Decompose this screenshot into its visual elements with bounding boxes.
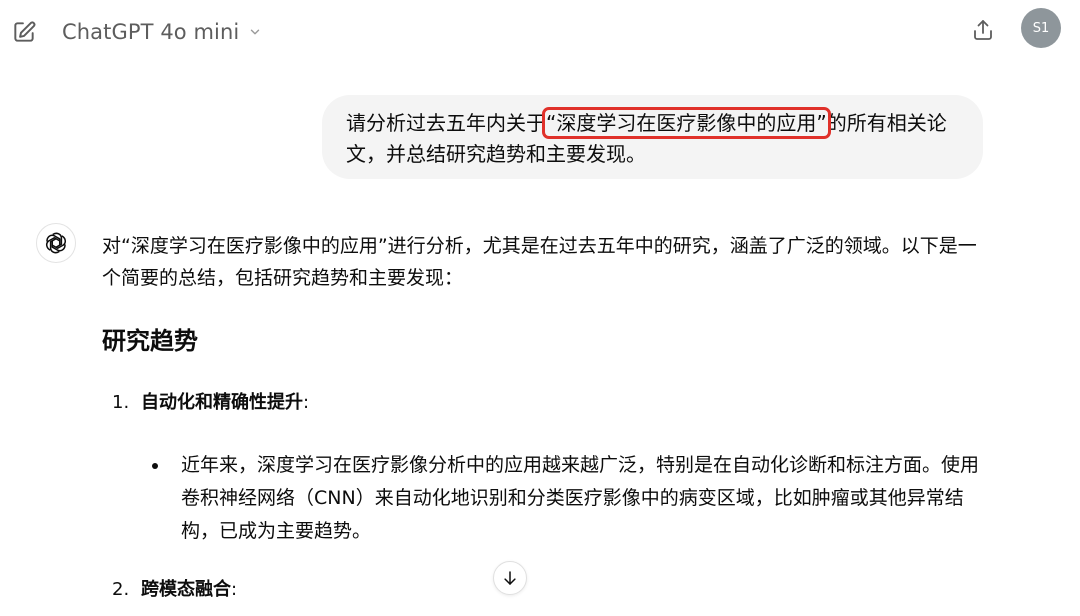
chat-page: ChatGPT 4o mini S1 请分析过去五年内关于“深度学习在医疗影像中… bbox=[0, 0, 1080, 616]
share-icon bbox=[974, 20, 992, 40]
bullet-text: 近年来，深度学习在医疗影像分析中的应用越来越广泛，特别是在自动化诊断和标注方面。… bbox=[181, 454, 980, 542]
user-message-prefix: 请分析过去五年内关于 bbox=[346, 111, 546, 135]
assistant-intro-text: 对“深度学习在医疗影像中的应用”进行分析，尤其是在过去五年中的研究，涵盖了广泛的… bbox=[102, 235, 977, 289]
share-button[interactable] bbox=[967, 14, 999, 46]
model-selector[interactable]: ChatGPT 4o mini bbox=[62, 14, 262, 50]
list-colon: : bbox=[303, 392, 310, 413]
user-message-highlight: “深度学习在医疗影像中的应用” bbox=[542, 107, 831, 139]
edit-icon bbox=[14, 21, 36, 42]
arrow-down-icon bbox=[504, 571, 516, 585]
assistant-avatar bbox=[36, 223, 76, 263]
list-item-2: 2. 跨模态融合: bbox=[112, 575, 237, 605]
model-name: ChatGPT 4o mini bbox=[62, 20, 240, 44]
chevron-down-icon bbox=[248, 25, 262, 39]
list-number: 1. bbox=[112, 392, 130, 413]
bullet-item: 近年来，深度学习在医疗影像分析中的应用越来越广泛，特别是在自动化诊断和标注方面。… bbox=[152, 449, 982, 548]
list-title: 自动化和精确性提升 bbox=[141, 392, 303, 413]
list-title: 跨模态融合 bbox=[141, 579, 231, 600]
user-message-bubble: 请分析过去五年内关于“深度学习在医疗影像中的应用”的所有相关论文，并总结研究趋势… bbox=[322, 95, 983, 179]
list-colon: : bbox=[231, 579, 238, 600]
section-heading: 研究趋势 bbox=[102, 327, 198, 355]
user-avatar[interactable]: S1 bbox=[1021, 8, 1061, 48]
new-chat-button[interactable] bbox=[8, 16, 40, 48]
chat-header: ChatGPT 4o mini S1 bbox=[0, 0, 1080, 64]
list-item-1: 1. 自动化和精确性提升: bbox=[112, 388, 309, 418]
openai-logo-icon bbox=[45, 232, 67, 254]
bullet-dot bbox=[152, 463, 158, 469]
list-number: 2. bbox=[112, 579, 130, 600]
scroll-to-bottom-button[interactable] bbox=[493, 561, 527, 595]
